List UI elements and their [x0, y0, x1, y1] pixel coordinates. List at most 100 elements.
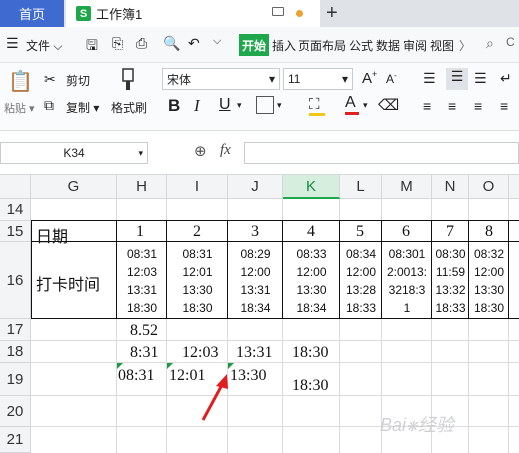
- row-header-15[interactable]: 15: [0, 221, 31, 242]
- col-header-O[interactable]: O: [469, 175, 509, 199]
- punch-times-cell[interactable]: 08:30 11:59 13:32 18:33: [432, 245, 469, 317]
- menu-review[interactable]: 审阅: [403, 37, 427, 54]
- tab-workbook[interactable]: S 工作簿1: [66, 0, 320, 27]
- day-cell[interactable]: 7: [446, 223, 454, 241]
- fill-color-icon[interactable]: ⛶: [309, 96, 325, 116]
- hamburger-icon[interactable]: ☰: [6, 35, 19, 52]
- format-painter-icon[interactable]: [117, 67, 139, 93]
- search-field-stub[interactable]: C: [506, 35, 515, 49]
- punch-times-cell[interactable]: 08:31 12:03 13:31 18:30: [117, 245, 167, 317]
- zoom-function-icon[interactable]: ⊕: [194, 142, 207, 160]
- more-icon[interactable]: ⌵: [213, 35, 221, 48]
- cut-button[interactable]: 剪切: [66, 72, 90, 89]
- menu-formula[interactable]: 公式: [349, 37, 373, 54]
- print-preview-icon[interactable]: 🔍: [163, 35, 180, 52]
- col-header-I[interactable]: I: [167, 175, 228, 199]
- col-header-H[interactable]: H: [117, 175, 167, 199]
- tab-home[interactable]: 首页: [0, 0, 64, 27]
- font-size-select[interactable]: 11 ▾: [283, 68, 353, 90]
- col-header-L[interactable]: L: [340, 175, 382, 199]
- chevron-right-icon[interactable]: 〉: [459, 37, 471, 54]
- punch-times-cell[interactable]: 08:32 12:00 13:30 18:30: [469, 245, 509, 317]
- name-box[interactable]: K34 ▾: [0, 142, 148, 164]
- menu-page-layout[interactable]: 页面布局: [298, 37, 346, 54]
- menu-start[interactable]: 开始: [239, 34, 269, 56]
- menu-view[interactable]: 视图: [430, 37, 454, 54]
- col-header-M[interactable]: M: [382, 175, 432, 199]
- font-color-icon[interactable]: A: [345, 94, 359, 115]
- cell-J18[interactable]: 13:31: [236, 344, 272, 362]
- align-middle-icon[interactable]: ☰: [446, 68, 468, 90]
- cell-H19[interactable]: 08:31: [118, 367, 154, 385]
- save-icon[interactable]: 🖫: [86, 35, 98, 59]
- row-header-18[interactable]: 18: [0, 341, 31, 363]
- row-header-17[interactable]: 17: [0, 319, 31, 341]
- underline-button[interactable]: U: [219, 96, 231, 114]
- justify-icon[interactable]: ≡: [500, 98, 508, 114]
- wrap-text-icon[interactable]: ↵: [500, 70, 512, 87]
- align-right-icon[interactable]: ≡: [474, 98, 482, 114]
- cell-I18[interactable]: 12:03: [182, 344, 218, 362]
- align-bottom-icon[interactable]: ☰: [474, 70, 487, 87]
- menu-insert[interactable]: 插入: [272, 37, 296, 54]
- copy-icon[interactable]: ⧉: [44, 97, 54, 114]
- col-header-G[interactable]: G: [31, 175, 117, 199]
- date-label-cell[interactable]: 日期: [36, 223, 68, 247]
- select-all-corner[interactable]: [0, 175, 31, 199]
- font-family-select[interactable]: 宋体 ▾: [162, 68, 280, 90]
- row-header-14[interactable]: 14: [0, 199, 31, 221]
- punch-times-cell[interactable]: 08:34 12:00 13:28 18:33: [340, 245, 382, 317]
- day-cell[interactable]: 6: [402, 223, 410, 241]
- italic-button[interactable]: I: [194, 96, 200, 116]
- paste-icon[interactable]: 📋: [8, 69, 33, 94]
- punch-time-label-cell[interactable]: 打卡时间: [36, 271, 100, 295]
- paste-button[interactable]: 粘贴 ▾: [4, 100, 35, 116]
- day-cell[interactable]: 4: [307, 223, 315, 241]
- file-menu[interactable]: 文件 ⌵: [26, 37, 62, 54]
- decrease-font-icon[interactable]: A-: [386, 71, 397, 86]
- increase-font-icon[interactable]: A+: [362, 69, 377, 87]
- copy-button[interactable]: 复制 ▾: [66, 99, 99, 116]
- menu-data[interactable]: 数据: [376, 37, 400, 54]
- row-header-21[interactable]: 21: [0, 427, 31, 453]
- punch-times-cell[interactable]: 08:33 12:00 13:30 18:34: [283, 245, 340, 317]
- border-icon[interactable]: [256, 96, 274, 114]
- cell-J19[interactable]: 13:30: [230, 367, 266, 385]
- align-center-icon[interactable]: ≡: [448, 98, 456, 114]
- underline-dropdown-icon[interactable]: ▾: [237, 100, 242, 111]
- cell-K19[interactable]: 18:30: [292, 377, 328, 395]
- day-cell[interactable]: 1: [136, 223, 144, 241]
- day-cell[interactable]: 3: [251, 223, 259, 241]
- export-icon[interactable]: ⎘: [112, 35, 123, 52]
- col-header-P[interactable]: [509, 175, 519, 199]
- font-color-dropdown-icon[interactable]: ▾: [363, 100, 368, 111]
- day-cell[interactable]: 8: [485, 223, 493, 241]
- formula-input[interactable]: [244, 142, 519, 164]
- day-cell[interactable]: 5: [356, 223, 364, 241]
- eraser-icon[interactable]: ⌫: [378, 96, 399, 114]
- search-icon[interactable]: ⌕: [486, 35, 494, 52]
- undo-icon[interactable]: ↶: [188, 35, 200, 52]
- align-left-icon[interactable]: ≡: [423, 98, 431, 114]
- col-header-J[interactable]: J: [228, 175, 283, 199]
- cell-H18[interactable]: 8:31: [130, 344, 158, 362]
- cell-K18[interactable]: 18:30: [292, 344, 328, 362]
- punch-times-cell[interactable]: 08:301 2:0013: 3218:3 1: [382, 245, 432, 317]
- bold-button[interactable]: B: [168, 96, 180, 116]
- print-icon[interactable]: ⎙: [136, 35, 147, 52]
- align-top-icon[interactable]: ☰: [423, 70, 436, 87]
- new-tab-icon[interactable]: +: [326, 2, 338, 25]
- scissors-icon[interactable]: ✂: [44, 71, 56, 88]
- row-header-19[interactable]: 19: [0, 363, 31, 396]
- border-dropdown-icon[interactable]: ▾: [277, 100, 282, 111]
- format-painter-button[interactable]: 格式刷: [111, 99, 147, 116]
- punch-times-cell[interactable]: 08:31 12:01 13:30 18:30: [167, 245, 228, 317]
- day-cell[interactable]: 2: [193, 223, 201, 241]
- row-header-20[interactable]: 20: [0, 396, 31, 427]
- col-header-N[interactable]: N: [432, 175, 469, 199]
- punch-times-cell[interactable]: 08:29 12:00 13:31 18:34: [228, 245, 283, 317]
- col-header-K[interactable]: K: [283, 175, 340, 199]
- cell-H17[interactable]: 8.52: [130, 322, 158, 340]
- monitor-icon[interactable]: [272, 7, 284, 16]
- row-header-16[interactable]: 16: [0, 242, 31, 319]
